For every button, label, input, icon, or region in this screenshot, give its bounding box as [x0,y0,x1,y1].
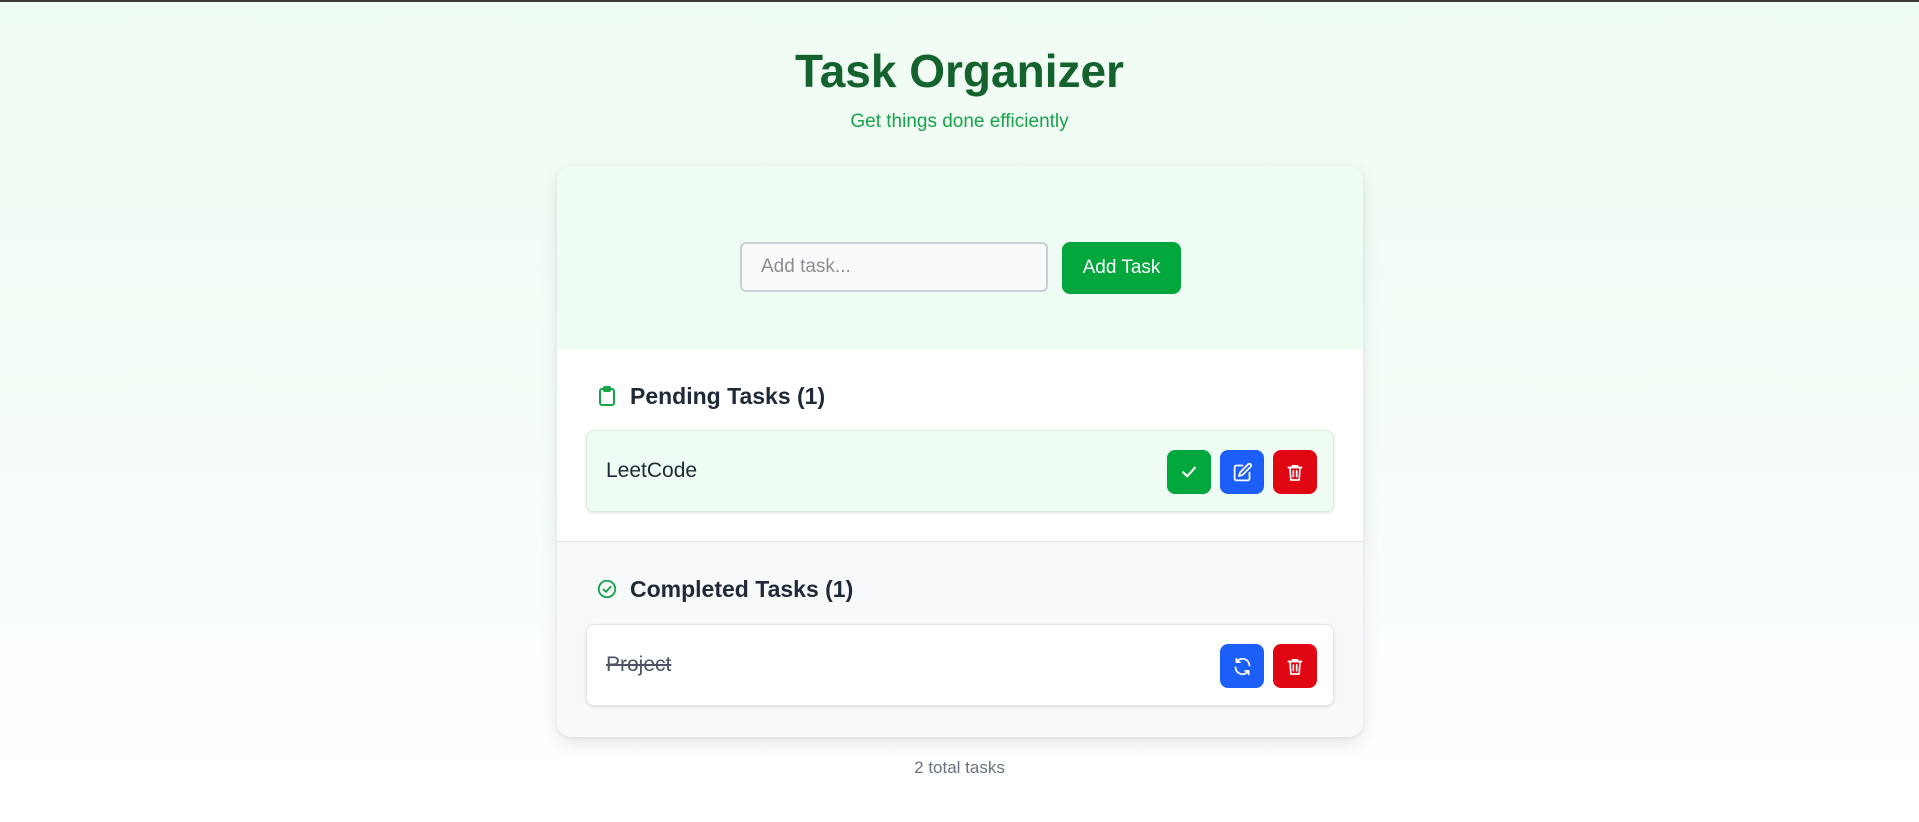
edit-task-button[interactable] [1220,450,1264,494]
complete-task-button[interactable] [1167,450,1211,494]
completed-tasks-title: Completed Tasks (1) [630,575,854,602]
add-task-button[interactable]: Add Task [1062,242,1181,294]
completed-task-row: Project [586,624,1334,706]
trash-icon [1285,462,1305,483]
completed-tasks-section: Completed Tasks (1) Project [557,542,1363,737]
add-task-section: Add Task [557,166,1363,349]
page-subtitle: Get things done efficiently [850,111,1069,132]
refresh-icon [1232,656,1253,677]
restore-task-button[interactable] [1220,644,1264,688]
pending-tasks-header: Pending Tasks (1) [596,381,825,411]
delete-task-button[interactable] [1273,644,1317,688]
check-icon [1179,462,1199,482]
delete-task-button[interactable] [1273,450,1317,494]
pending-tasks-section: Pending Tasks (1) LeetCode [557,349,1363,542]
app-header: Task Organizer Get things done efficient… [0,2,1919,134]
task-text: Project [606,653,672,676]
page-title: Task Organizer [795,45,1124,97]
pending-task-row: LeetCode [586,430,1334,512]
trash-icon [1285,656,1305,677]
pending-tasks-title: Pending Tasks (1) [630,382,826,409]
edit-pencil-icon [1232,462,1253,483]
task-card: Add Task Pending Tasks (1) LeetCode [557,166,1363,737]
clipboard-icon [596,385,618,407]
completed-tasks-header: Completed Tasks (1) [596,574,853,604]
task-text: LeetCode [606,459,698,482]
task-input[interactable] [740,242,1048,292]
check-circle-icon [596,578,618,600]
total-tasks-count: 2 total tasks [914,758,1005,777]
